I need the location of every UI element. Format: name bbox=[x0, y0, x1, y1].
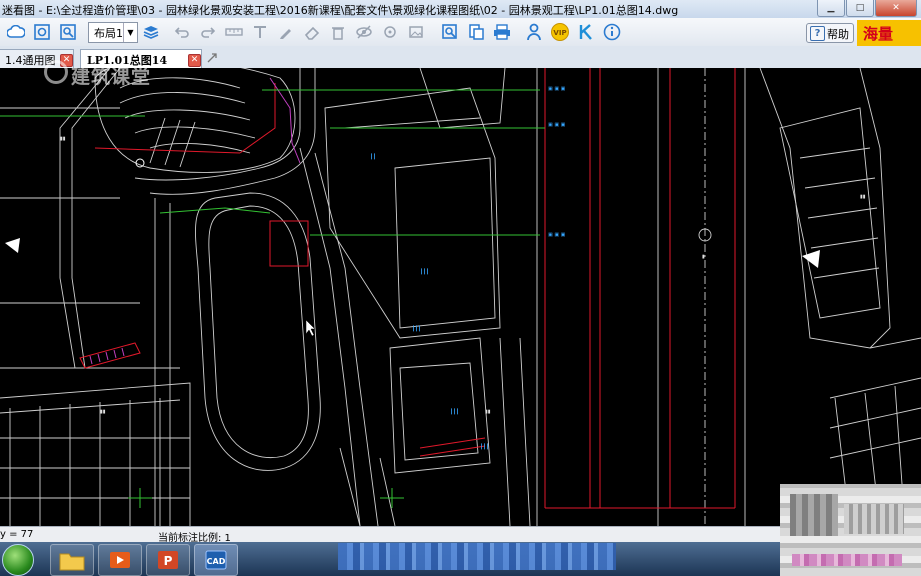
vip-icon[interactable]: VIP bbox=[550, 22, 570, 42]
zoom-extents-icon[interactable] bbox=[32, 22, 52, 42]
svg-text:┃┃┃: ┃┃┃ bbox=[412, 325, 421, 332]
svg-text:┃┃┃: ┃┃┃ bbox=[450, 408, 459, 415]
image-icon[interactable] bbox=[406, 22, 426, 42]
window-title: 迷看图 - E:\全过程造价管理\03 - 园林绿化景观安装工程\2016新课程… bbox=[2, 4, 679, 17]
toolbar: 布局1 ▼ VIP ? 帮助 bbox=[0, 18, 921, 47]
zoom-window-icon[interactable] bbox=[58, 22, 78, 42]
chevron-down-icon: ▼ bbox=[123, 23, 137, 42]
media-player-icon bbox=[110, 552, 130, 568]
find-icon[interactable] bbox=[440, 22, 460, 42]
pen-icon[interactable] bbox=[276, 22, 296, 42]
title-bar: 迷看图 - E:\全过程造价管理\03 - 园林绿化景观安装工程\2016新课程… bbox=[0, 0, 921, 19]
start-button[interactable] bbox=[2, 544, 34, 576]
help-button[interactable]: ? 帮助 bbox=[806, 23, 854, 43]
explorer-taskbar-button[interactable] bbox=[50, 544, 94, 576]
help-label: 帮助 bbox=[827, 28, 849, 41]
ad-banner[interactable]: 海量 bbox=[857, 20, 921, 46]
close-icon[interactable]: ✕ bbox=[188, 54, 201, 67]
text-icon[interactable] bbox=[250, 22, 270, 42]
eraser-icon[interactable] bbox=[302, 22, 322, 42]
powerpoint-taskbar-button[interactable]: P bbox=[146, 544, 190, 576]
layout-select[interactable]: 布局1 ▼ bbox=[88, 22, 138, 43]
new-tab-icon[interactable] bbox=[205, 51, 219, 65]
svg-text:▣ ▣ ▣: ▣ ▣ ▣ bbox=[548, 86, 566, 92]
info-icon[interactable] bbox=[602, 22, 622, 42]
blurred-corner-region bbox=[780, 484, 921, 576]
blurred-taskbar-region bbox=[338, 543, 616, 570]
close-button[interactable]: ✕ bbox=[875, 0, 917, 17]
brand-icon[interactable] bbox=[576, 22, 596, 42]
export-icon[interactable] bbox=[466, 22, 486, 42]
measure-icon[interactable] bbox=[380, 22, 400, 42]
svg-text:CAD: CAD bbox=[207, 557, 226, 566]
question-icon: ? bbox=[810, 26, 825, 41]
user-icon[interactable] bbox=[524, 22, 544, 42]
cad-viewer-icon: CAD bbox=[205, 550, 227, 570]
maximize-button[interactable]: □ bbox=[846, 0, 874, 17]
cad-drawing: ▣ ▣ ▣ ▣ ▣ ▣ ▣ ▣ ▣ ┃┃┃ ┃┃┃ ┃┃┃ ┃┃┃ ┃┃ ▮▮ … bbox=[0, 58, 921, 527]
media-taskbar-button[interactable] bbox=[98, 544, 142, 576]
hide-icon[interactable] bbox=[354, 22, 374, 42]
ad-text: 海量 bbox=[863, 25, 894, 43]
svg-text:▮▮: ▮▮ bbox=[485, 409, 491, 415]
svg-text:┃┃┃: ┃┃┃ bbox=[420, 268, 429, 275]
minimize-button[interactable]: ▁ bbox=[817, 0, 845, 17]
cad-viewer-taskbar-button[interactable]: CAD bbox=[194, 544, 238, 576]
svg-text:┃┃┃: ┃┃┃ bbox=[480, 443, 489, 450]
watermark-text: 建筑课堂 bbox=[71, 66, 152, 88]
drawing-canvas[interactable]: ▣ ▣ ▣ ▣ ▣ ▣ ▣ ▣ ▣ ┃┃┃ ┃┃┃ ┃┃┃ ┃┃┃ ┃┃ ▮▮ … bbox=[0, 58, 921, 527]
folder-icon bbox=[59, 553, 85, 571]
redo-icon[interactable] bbox=[198, 22, 218, 42]
svg-text:▮▮: ▮▮ bbox=[100, 409, 106, 415]
window-controls: ▁ □ ✕ bbox=[816, 0, 917, 17]
svg-text:VIP: VIP bbox=[553, 29, 566, 37]
print-icon[interactable] bbox=[492, 22, 512, 42]
layers-icon[interactable] bbox=[141, 22, 161, 42]
svg-text:▣ ▣ ▣: ▣ ▣ ▣ bbox=[548, 232, 566, 238]
svg-text:▮: ▮ bbox=[702, 254, 705, 260]
dimension-icon[interactable] bbox=[224, 22, 244, 42]
layout-select-value: 布局1 bbox=[94, 27, 123, 40]
coordinate-readout: y = 77 bbox=[0, 529, 34, 540]
undo-icon[interactable] bbox=[172, 22, 192, 42]
svg-text:P: P bbox=[164, 554, 173, 568]
watermark: 建筑课堂 bbox=[44, 58, 184, 88]
svg-text:▮▮: ▮▮ bbox=[860, 194, 866, 200]
trash-icon[interactable] bbox=[328, 22, 348, 42]
powerpoint-icon: P bbox=[158, 551, 178, 569]
watermark-logo-icon bbox=[44, 60, 68, 84]
cloud-icon[interactable] bbox=[6, 22, 26, 42]
svg-text:┃┃: ┃┃ bbox=[370, 153, 376, 160]
svg-text:▣ ▣ ▣: ▣ ▣ ▣ bbox=[548, 122, 566, 128]
svg-text:▮▮: ▮▮ bbox=[60, 136, 66, 142]
